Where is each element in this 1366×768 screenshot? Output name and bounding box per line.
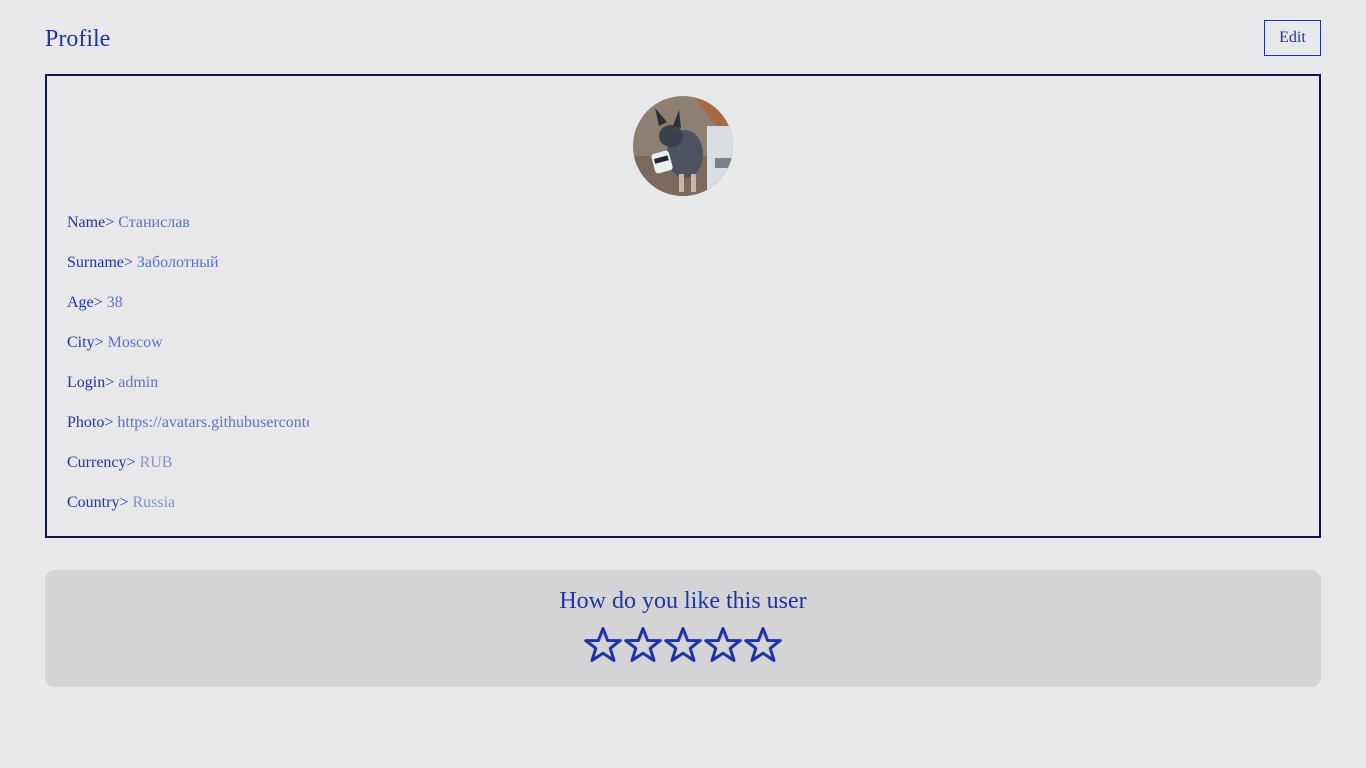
field-value: Станислав bbox=[118, 214, 190, 231]
field-login: Login> admin bbox=[67, 373, 1267, 413]
field-value: RUB bbox=[139, 454, 173, 471]
field-name: Name> Станислав bbox=[67, 213, 1267, 253]
star-outline-icon[interactable] bbox=[703, 625, 743, 665]
dog-photo bbox=[633, 96, 733, 196]
star-outline-icon[interactable] bbox=[623, 625, 663, 665]
field-country: Country> Russia bbox=[67, 493, 1267, 533]
field-surname: Surname> Заболотный bbox=[67, 253, 1267, 293]
field-value: 38 bbox=[106, 294, 123, 311]
field-currency: Currency> RUB bbox=[67, 453, 1267, 493]
field-label: Photo> bbox=[67, 414, 114, 431]
field-city: City> Moscow bbox=[67, 333, 1267, 373]
field-label: Name> bbox=[67, 214, 115, 231]
star-rating bbox=[583, 625, 783, 665]
star-outline-icon[interactable] bbox=[743, 625, 783, 665]
field-value: Заболотный bbox=[136, 254, 219, 271]
field-value: admin bbox=[118, 374, 159, 391]
avatar bbox=[633, 96, 733, 196]
profile-fields: Name> Станислав Surname> Заболотный Age>… bbox=[67, 213, 1267, 533]
star-outline-icon[interactable] bbox=[583, 625, 623, 665]
rating-panel: How do you like this user bbox=[45, 570, 1321, 687]
edit-button[interactable]: Edit bbox=[1264, 20, 1321, 56]
field-photo: Photo> https://avatars.githubusercontent… bbox=[67, 413, 1267, 453]
field-value: Russia bbox=[132, 494, 176, 511]
profile-card: Name> Станислав Surname> Заболотный Age>… bbox=[45, 74, 1321, 538]
field-value: https://avatars.githubusercontent.com bbox=[117, 414, 309, 431]
field-label: Login> bbox=[67, 374, 115, 391]
rating-title: How do you like this user bbox=[559, 588, 807, 614]
field-value: Moscow bbox=[107, 334, 163, 351]
profile-header: Profile Edit bbox=[45, 20, 1321, 58]
page-title: Profile bbox=[45, 26, 111, 52]
field-label: Currency> bbox=[67, 454, 136, 471]
star-outline-icon[interactable] bbox=[663, 625, 703, 665]
field-label: Country> bbox=[67, 494, 129, 511]
field-label: Age> bbox=[67, 294, 103, 311]
field-label: City> bbox=[67, 334, 104, 351]
field-age: Age> 38 bbox=[67, 293, 1267, 333]
field-label: Surname> bbox=[67, 254, 133, 271]
